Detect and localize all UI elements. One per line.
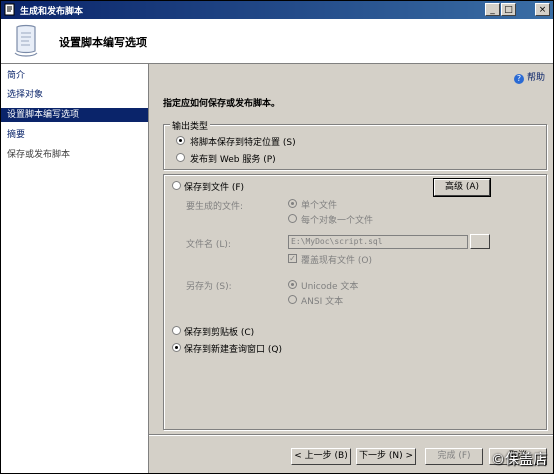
watermark: ©保盖店: [491, 452, 547, 468]
publish-web-radio[interactable]: [176, 153, 185, 162]
script-scroll-icon: [14, 24, 38, 57]
maximize-button[interactable]: □: [501, 3, 516, 16]
help-label: 帮助: [526, 73, 545, 83]
nav-item-summary[interactable]: 摘要: [1, 128, 148, 142]
overwrite-label[interactable]: 覆盖现有文件 (O): [301, 253, 372, 266]
overwrite-checkbox[interactable]: ✓: [288, 254, 297, 263]
single-file-label[interactable]: 单个文件: [301, 198, 337, 211]
single-file-radio[interactable]: [288, 199, 297, 208]
one-file-per-object-label[interactable]: 每个对象一个文件: [301, 213, 373, 226]
output-type-label: 输出类型: [170, 119, 211, 132]
finish-button[interactable]: 完成 (F): [425, 448, 483, 465]
nav-item-intro[interactable]: 简介: [1, 69, 148, 83]
unicode-radio[interactable]: [288, 280, 297, 289]
files-to-generate-label: 要生成的文件:: [186, 202, 244, 212]
wizard-window: 生成和发布脚本 _ □ × 设置脚本编写选项 简介 选择对象 设置脚本编写选项 …: [0, 0, 554, 474]
save-options-group: 保存到文件 (F) 高级 (A) 要生成的文件: 单个文件 每个对象一个文件 文…: [163, 174, 547, 430]
save-to-location-label[interactable]: 将脚本保存到特定位置 (S): [190, 135, 296, 148]
nav-item-script-options[interactable]: 设置脚本编写选项: [1, 108, 148, 122]
filename-input[interactable]: E:\MyDoc\script.sql: [288, 235, 468, 249]
save-as-label: 另存为 (S):: [186, 282, 232, 292]
nav-item-save-publish: 保存或发布脚本: [7, 150, 71, 160]
window-title: 生成和发布脚本: [20, 7, 84, 17]
footer-divider: [149, 434, 553, 436]
back-button[interactable]: < 上一步 (B): [291, 448, 351, 465]
app-icon: [4, 3, 15, 16]
instruction-text: 指定应如何保存或发布脚本。: [163, 99, 281, 109]
ansi-label[interactable]: ANSI 文本: [301, 294, 343, 307]
help-icon: ?: [513, 74, 524, 84]
wizard-header: 设置脚本编写选项: [1, 19, 553, 64]
save-to-file-label[interactable]: 保存到文件 (F): [184, 180, 244, 193]
save-to-clipboard-label[interactable]: 保存到剪贴板 (C): [184, 325, 254, 338]
next-button[interactable]: 下一步 (N) >: [356, 448, 416, 465]
save-to-new-query-radio[interactable]: [172, 343, 181, 352]
close-button[interactable]: ×: [535, 3, 550, 16]
browse-button[interactable]: [470, 234, 490, 249]
unicode-label[interactable]: Unicode 文本: [301, 279, 358, 292]
save-to-file-radio[interactable]: [172, 181, 181, 190]
help-link[interactable]: ? 帮助: [513, 70, 545, 84]
nav-item-select-objects[interactable]: 选择对象: [1, 88, 148, 102]
save-to-clipboard-radio[interactable]: [172, 326, 181, 335]
save-to-location-radio[interactable]: [176, 136, 185, 145]
wizard-nav: 简介 选择对象 设置脚本编写选项 摘要 保存或发布脚本: [1, 64, 149, 473]
filename-label: 文件名 (L):: [186, 240, 231, 250]
page-title: 设置脚本编写选项: [59, 36, 147, 49]
save-to-new-query-label[interactable]: 保存到新建查询窗口 (Q): [184, 342, 282, 355]
ansi-radio[interactable]: [288, 295, 297, 304]
publish-web-label[interactable]: 发布到 Web 服务 (P): [190, 152, 276, 165]
output-type-group: 输出类型 将脚本保存到特定位置 (S) 发布到 Web 服务 (P): [163, 119, 547, 170]
minimize-button[interactable]: _: [485, 3, 500, 16]
one-file-per-object-radio[interactable]: [288, 214, 297, 223]
advanced-button[interactable]: 高级 (A): [433, 178, 491, 197]
title-bar: 生成和发布脚本 _ □ ×: [1, 1, 553, 19]
content-panel: ? 帮助 指定应如何保存或发布脚本。 输出类型 将脚本保存到特定位置 (S) 发布…: [149, 64, 553, 473]
